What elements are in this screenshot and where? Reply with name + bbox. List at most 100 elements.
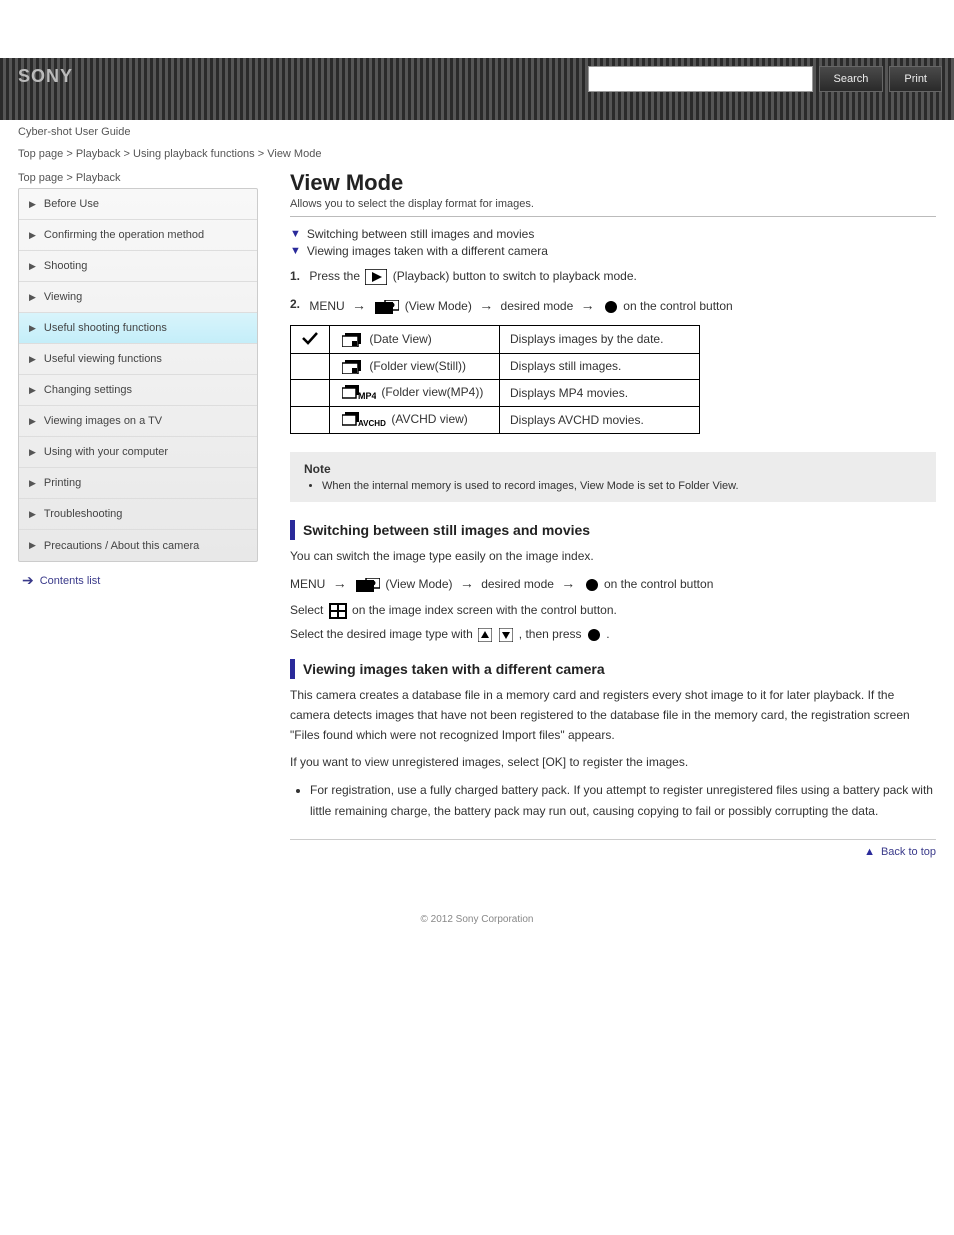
sidebar-item-label: Using with your computer <box>44 446 168 458</box>
back-to-top-link[interactable]: ▲ Back to top <box>290 839 936 864</box>
contents-list-link[interactable]: ➔ Contents list <box>18 562 258 599</box>
center-button-icon <box>604 300 618 314</box>
table-row: MP4 (Folder view(MP4)) Displays MP4 movi… <box>291 379 700 406</box>
note-title: Note <box>304 462 922 476</box>
arrow-right-icon: → <box>460 575 474 591</box>
step-text: Select the desired image type with <box>290 627 476 641</box>
option-desc: Displays still images. <box>500 353 700 379</box>
chevron-right-icon: ▶ <box>29 292 36 303</box>
divider <box>290 216 936 217</box>
sidebar-item-precautions[interactable]: ▶Precautions / About this camera <box>19 530 257 561</box>
step-text: desired mode <box>481 577 554 591</box>
chevron-right-icon: ▶ <box>29 261 36 272</box>
step-text: MENU <box>309 299 344 313</box>
playback-icon <box>365 269 387 285</box>
breadcrumb-link[interactable]: Playback <box>76 148 121 160</box>
step-text: on the image index screen with the contr… <box>352 603 617 617</box>
folder-still-icon <box>342 360 364 374</box>
step-text: Select <box>290 603 327 617</box>
sidebar-item-useful-viewing[interactable]: ▶Useful viewing functions <box>19 344 257 375</box>
sidebar-item-printing[interactable]: ▶Printing <box>19 468 257 499</box>
sidebar-item-viewing[interactable]: ▶ Viewing <box>19 282 257 313</box>
step-text: Press the <box>309 269 363 283</box>
folder-avchd-icon: AVCHD <box>342 412 386 428</box>
sidebar-item-tv[interactable]: ▶ Viewing images on a TV <box>19 406 257 437</box>
sidebar-item-label: Changing settings <box>44 384 132 396</box>
breadcrumb-link[interactable]: Top page <box>18 172 63 184</box>
search-input[interactable] <box>588 66 813 92</box>
option-label: (Folder view(MP4)) <box>378 385 483 399</box>
chevron-right-icon: ▶ <box>29 416 36 427</box>
sidebar-breadcrumb: Top page > Playback <box>18 164 258 188</box>
sidebar-item-troubleshooting[interactable]: ▶Troubleshooting <box>19 499 257 530</box>
section-body: This camera creates a database file in a… <box>290 685 936 821</box>
arrow-right-icon: → <box>333 575 347 591</box>
default-check-cell <box>291 325 330 353</box>
step-text: . <box>606 627 609 641</box>
chevron-right-icon: ▶ <box>29 447 36 458</box>
anchor-link-switching[interactable]: ▼Switching between still images and movi… <box>290 227 936 241</box>
step-text: on the control button <box>623 299 732 313</box>
breadcrumb-current: Playback <box>76 172 121 184</box>
list-item: For registration, use a fully charged ba… <box>310 780 936 821</box>
sidebar-item-changing-settings[interactable]: ▶Changing settings <box>19 375 257 406</box>
sidebar-item-label: Shooting <box>44 260 87 272</box>
print-button[interactable]: Print <box>889 66 942 92</box>
step-1: 1. Press the (Playback) button to switch… <box>290 266 936 286</box>
step-text: (Playback) button to switch to playback … <box>393 269 637 283</box>
view-mode-icon <box>356 578 380 592</box>
anchor-label: Switching between still images and movie… <box>307 227 534 241</box>
arrow-right-icon: → <box>561 575 575 591</box>
arrow-right-icon: → <box>581 297 595 313</box>
sidebar-item-useful-shooting[interactable]: ▶Useful shooting functions <box>19 313 257 344</box>
folder-mp4-icon: MP4 <box>342 385 376 401</box>
option-label: (Date View) <box>366 332 432 346</box>
view-mode-icon <box>375 300 399 314</box>
down-button-icon <box>499 628 513 642</box>
anchor-label: Viewing images taken with a different ca… <box>307 244 548 258</box>
step-number: 2. <box>290 294 306 314</box>
link-label: Back to top <box>881 846 936 858</box>
sidebar-item-before-use[interactable]: ▶Before Use <box>19 189 257 220</box>
arrow-right-icon: → <box>352 297 366 313</box>
step-text: (View Mode) <box>385 577 452 591</box>
chevron-right-icon: ▶ <box>29 323 36 334</box>
anchor-link-different-camera[interactable]: ▼Viewing images taken with a different c… <box>290 244 936 258</box>
sidebar-item-operation[interactable]: ▶ Confirming the operation method <box>19 220 257 251</box>
chevron-right-icon: ▶ <box>29 199 36 210</box>
triangle-up-icon: ▲ <box>864 846 875 858</box>
sidebar-item-label: Confirming the operation method <box>44 229 204 241</box>
option-desc: Displays MP4 movies. <box>500 379 700 406</box>
step-text: MENU <box>290 577 325 591</box>
date-view-icon <box>342 333 364 347</box>
chevron-right-icon: ▶ <box>29 230 36 241</box>
header-link-row: Cyber-shot User Guide <box>0 120 954 140</box>
option-cell: (Date View) <box>330 325 500 353</box>
breadcrumb-link[interactable]: Top page <box>18 148 63 160</box>
chevron-right-icon: ▶ <box>29 509 36 520</box>
table-row: AVCHD (AVCHD view) Displays AVCHD movies… <box>291 406 700 433</box>
section-intro: You can switch the image type easily on … <box>290 546 936 566</box>
table-row: (Folder view(Still)) Displays still imag… <box>291 353 700 379</box>
option-cell: AVCHD (AVCHD view) <box>330 406 500 433</box>
search-button[interactable]: Search <box>819 66 884 92</box>
heading-bar-icon <box>290 659 295 679</box>
note-text: When the internal memory is used to reco… <box>322 480 922 492</box>
check-icon <box>301 334 319 348</box>
step-number: 1. <box>290 266 306 286</box>
breadcrumb-link[interactable]: Using playback functions <box>133 148 255 160</box>
chevron-right-icon: ▶ <box>29 540 36 551</box>
paragraph: If you want to view unregistered images,… <box>290 752 936 772</box>
note-box: Note When the internal memory is used to… <box>290 452 936 502</box>
sidebar-item-label: Viewing images on a TV <box>44 415 162 427</box>
page-subtitle: Allows you to select the display format … <box>290 198 936 210</box>
sidebar-item-label: Viewing <box>44 291 82 303</box>
chevron-right-icon: ▶ <box>29 354 36 365</box>
step-2: 2. MENU → (View Mode) → desired mode → o… <box>290 294 936 316</box>
user-guide-link[interactable]: Cyber-shot User Guide <box>18 126 131 138</box>
step-text: desired mode <box>501 299 574 313</box>
topbar: SONY Search Print <box>0 58 954 120</box>
section-title: Switching between still images and movie… <box>303 522 590 538</box>
sidebar-item-shooting[interactable]: ▶ Shooting <box>19 251 257 282</box>
sidebar-item-computer[interactable]: ▶ Using with your computer <box>19 437 257 468</box>
